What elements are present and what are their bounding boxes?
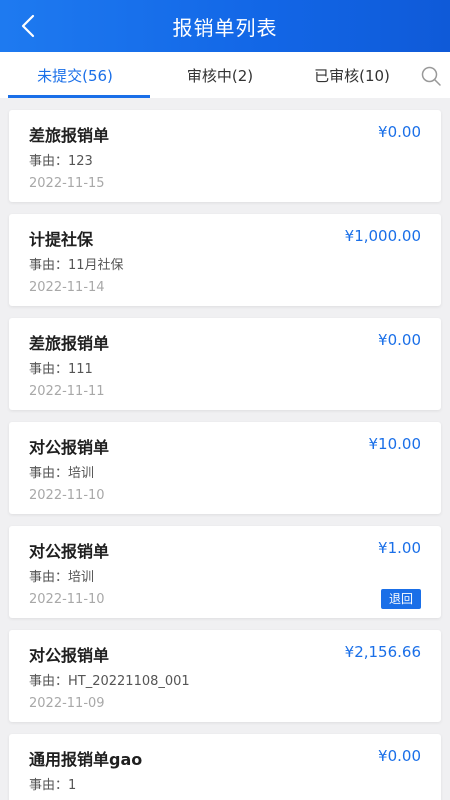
item-reason: 事由：培训 [29, 570, 95, 585]
tab-unsubmitted[interactable]: 未提交(56) [0, 52, 150, 98]
item-amount: ¥0.00 [378, 747, 421, 765]
list-item[interactable]: 对公报销单 ¥2,156.66 事由：HT_20221108_001 2022-… [9, 630, 441, 722]
item-date: 2022-11-15 [29, 176, 105, 191]
item-title: 对公报销单 [29, 646, 110, 665]
list-item[interactable]: 差旅报销单 ¥0.00 事由：111 2022-11-11 [9, 318, 441, 410]
chevron-left-icon [21, 14, 35, 38]
item-title: 通用报销单gao [29, 750, 143, 769]
list-item[interactable]: 对公报销单 ¥10.00 事由：培训 2022-11-10 [9, 422, 441, 514]
item-date: 2022-11-10 [29, 488, 105, 503]
item-reason: 事由：培训 [29, 466, 95, 481]
item-date: 2022-11-14 [29, 280, 105, 295]
tab-under-review[interactable]: 审核中(2) [150, 52, 290, 98]
item-title: 差旅报销单 [29, 334, 110, 353]
back-button[interactable] [12, 10, 44, 42]
returned-badge: 退回 [380, 589, 421, 609]
item-amount: ¥0.00 [378, 331, 421, 349]
item-reason: 事由：HT_20221108_001 [29, 674, 190, 689]
item-amount: ¥0.00 [378, 123, 421, 141]
item-amount: ¥2,156.66 [344, 643, 421, 661]
item-title: 计提社保 [29, 230, 94, 249]
item-amount: ¥1,000.00 [344, 227, 421, 245]
item-title: 对公报销单 [29, 438, 110, 457]
search-icon [421, 66, 441, 86]
app-header: 报销单列表 [0, 0, 450, 52]
item-title: 差旅报销单 [29, 126, 110, 145]
item-reason: 事由：1 [29, 778, 77, 793]
item-reason: 事由：11月社保 [29, 258, 124, 273]
expense-list[interactable]: 差旅报销单 ¥0.00 事由：123 2022-11-15 计提社保 ¥1,00… [0, 98, 450, 800]
list-item[interactable]: 通用报销单gao ¥0.00 事由：1 [9, 734, 441, 800]
item-title: 对公报销单 [29, 542, 110, 561]
page-title: 报销单列表 [172, 15, 278, 40]
item-date: 2022-11-11 [29, 384, 105, 399]
tab-reviewed[interactable]: 已审核(10) [290, 52, 414, 98]
search-button[interactable] [420, 65, 442, 87]
list-item[interactable]: 差旅报销单 ¥0.00 事由：123 2022-11-15 [9, 110, 441, 202]
item-reason: 事由：123 [29, 154, 93, 169]
item-date: 2022-11-10 [29, 592, 105, 607]
item-reason: 事由：111 [29, 362, 93, 377]
item-date: 2022-11-09 [29, 696, 105, 711]
item-amount: ¥10.00 [368, 435, 422, 453]
tab-bar: 未提交(56) 审核中(2) 已审核(10) [0, 52, 450, 98]
item-amount: ¥1.00 [378, 539, 421, 557]
list-item[interactable]: 对公报销单 ¥1.00 事由：培训 2022-11-10 退回 [9, 526, 441, 618]
list-item[interactable]: 计提社保 ¥1,000.00 事由：11月社保 2022-11-14 [9, 214, 441, 306]
